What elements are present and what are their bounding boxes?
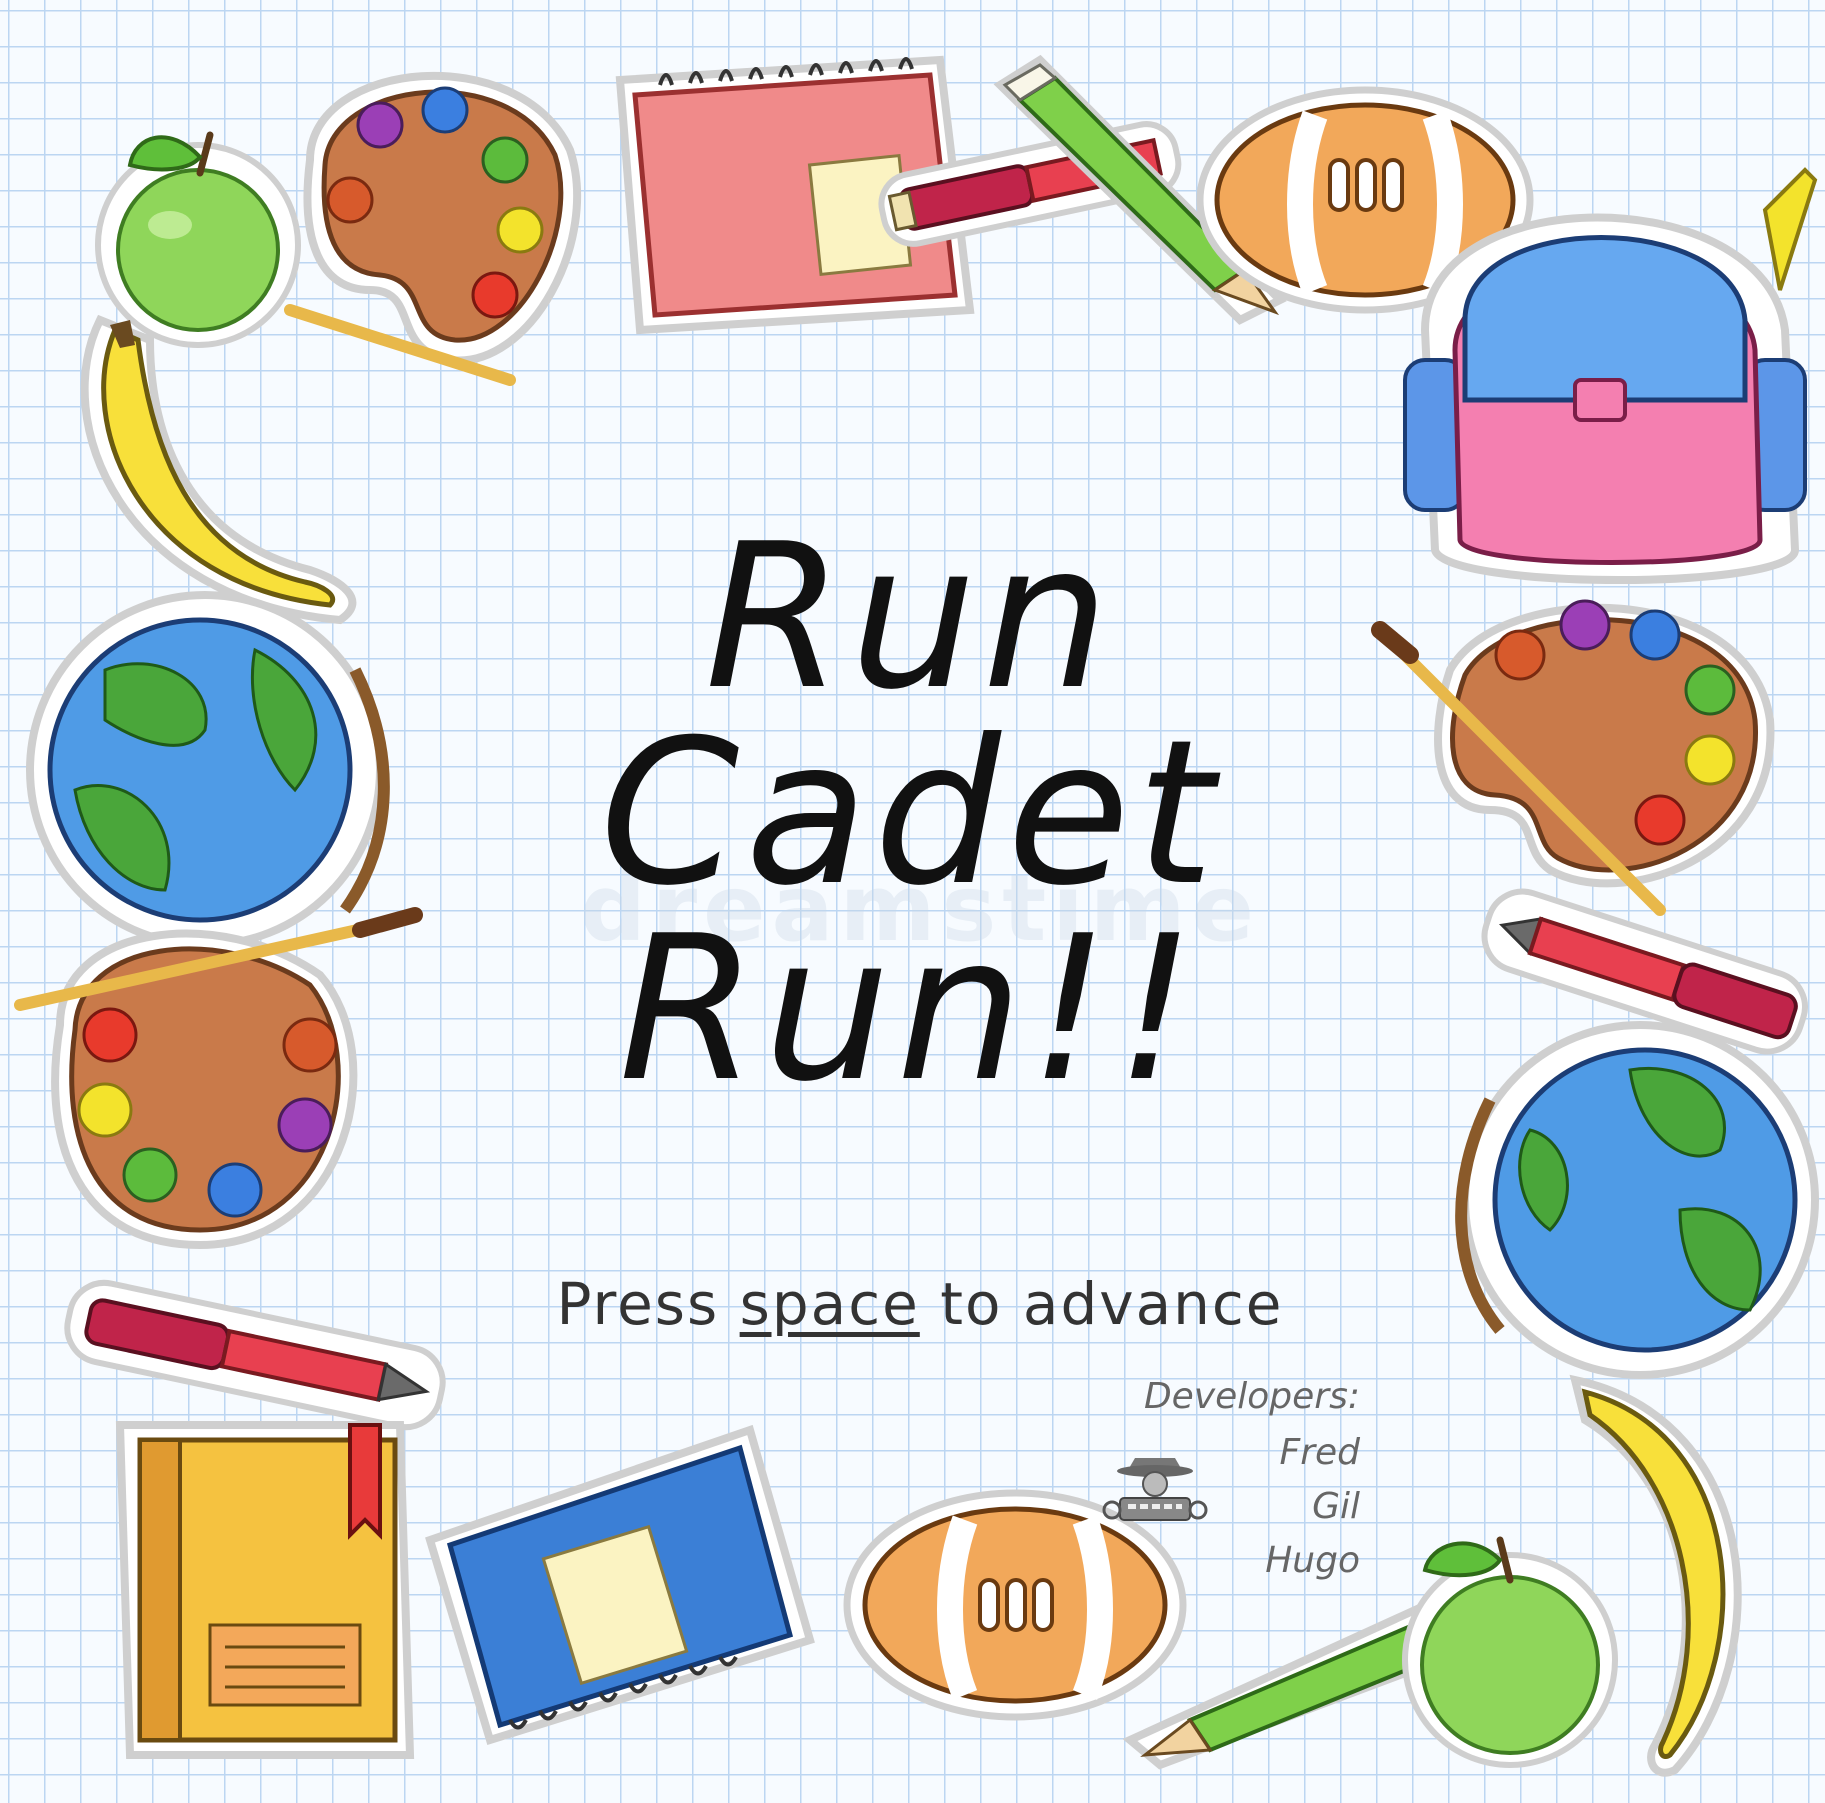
prompt-before: Press — [556, 1270, 740, 1338]
banana-icon — [1545, 1360, 1775, 1780]
space-key-hint: space — [739, 1270, 920, 1338]
title-line-1: Run — [704, 501, 1116, 734]
backpack-icon — [1385, 150, 1820, 600]
prompt-after: to advance — [919, 1270, 1284, 1338]
developer-name: Fred — [1279, 1432, 1360, 1473]
book-icon — [100, 1385, 430, 1765]
developer-name: Hugo — [1265, 1540, 1360, 1581]
start-prompt: Press space to advance — [470, 1270, 1370, 1338]
globe-icon — [1450, 1010, 1820, 1390]
paint-palette-icon — [14, 885, 423, 1265]
paint-palette-icon — [1370, 570, 1790, 920]
title-line-3: Run!! — [618, 893, 1202, 1126]
notebook-icon — [420, 1420, 820, 1750]
developer-credits: Developers: Fred Gil Hugo — [1100, 1370, 1360, 1588]
title-screen[interactable]: dreamstime Run Cadet Run!! Press space t… — [0, 0, 1825, 1803]
developers-heading: Developers: — [1143, 1376, 1360, 1417]
game-title: Run Cadet Run!! — [480, 501, 1340, 1126]
developer-name: Gil — [1312, 1486, 1360, 1527]
title-line-2: Cadet — [599, 697, 1221, 930]
